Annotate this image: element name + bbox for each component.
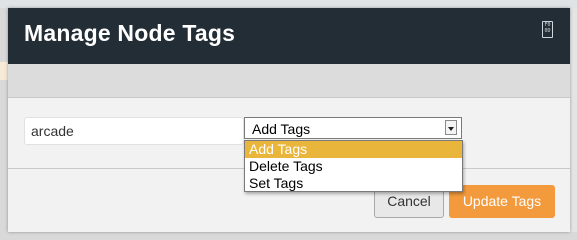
background-page-header <box>0 0 577 8</box>
tag-action-selected-value: Add Tags <box>252 121 311 137</box>
manage-node-tags-modal: Manage Node Tags F0 0D Add Tags Cancel U… <box>8 8 570 232</box>
modal-header: Manage Node Tags F0 0D <box>8 8 570 64</box>
chevron-down-icon[interactable] <box>445 120 457 135</box>
dropdown-option-delete-tags[interactable]: Delete Tags <box>245 158 462 175</box>
tag-input[interactable] <box>24 117 244 145</box>
dropdown-option-set-tags[interactable]: Set Tags <box>245 175 462 192</box>
fullscreen-toggle-icon[interactable]: F0 0D <box>542 21 553 38</box>
modal-subheader <box>8 64 570 98</box>
tag-action-dropdown-list: Add Tags Delete Tags Set Tags <box>244 140 463 192</box>
background-page-edge <box>570 8 577 232</box>
modal-title: Manage Node Tags <box>24 20 236 46</box>
update-tags-button[interactable]: Update Tags <box>449 185 555 218</box>
dropdown-option-add-tags[interactable]: Add Tags <box>245 141 462 158</box>
tag-action-select[interactable]: Add Tags <box>244 117 462 139</box>
